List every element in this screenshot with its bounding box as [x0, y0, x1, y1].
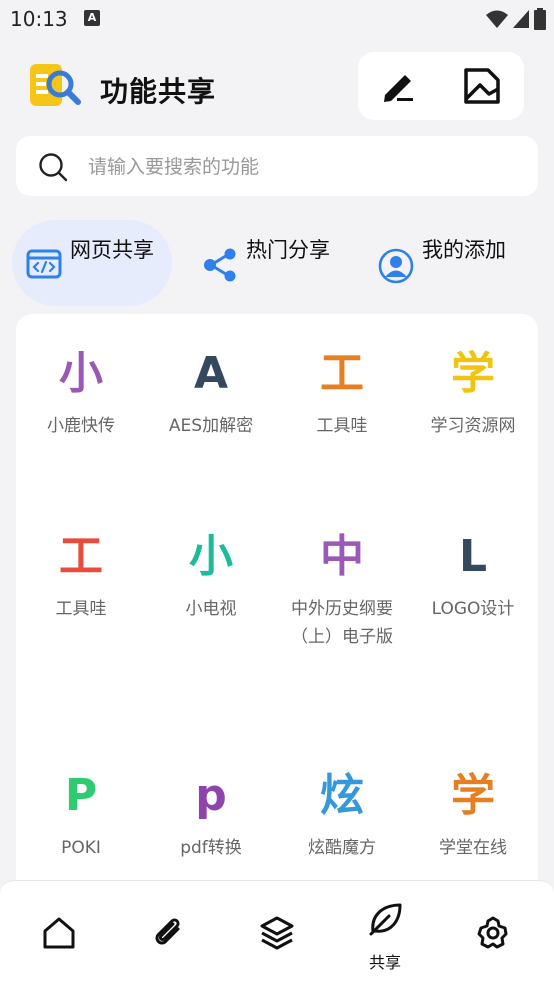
page-title: 功能共享 [100, 75, 217, 108]
signal-icon [513, 10, 529, 28]
grid-item-label: 炫酷魔方 [308, 838, 376, 858]
tab-web-share[interactable]: 网页共享 [12, 220, 172, 306]
grid-item-label: 学堂在线 [439, 838, 507, 858]
grid-item-xuetang-online[interactable]: 学 学堂在线 [408, 766, 538, 862]
grid-item-label: 小电视 [185, 599, 237, 619]
letter-icon: 炫 [320, 770, 364, 821]
letter-icon: A [193, 348, 229, 399]
web-code-icon [26, 249, 62, 279]
header: 功能共享 [0, 52, 554, 122]
attachment-icon [155, 918, 180, 945]
user-circle-icon [378, 248, 414, 284]
bottom-nav: 共享 [0, 880, 554, 987]
image-frame-icon [464, 68, 500, 104]
grid-item-label: 工具哇 [55, 599, 107, 619]
grid-item-gongjuwa-2[interactable]: 工 工具哇 [16, 527, 146, 623]
grid-item-label: AES加解密 [168, 416, 254, 436]
letter-icon: L [458, 531, 488, 582]
nav-share[interactable]: 共享 [330, 881, 440, 987]
tab-hot-share[interactable]: 热门分享 [190, 220, 350, 306]
letter-icon: 工 [59, 531, 103, 582]
category-tabs: 网页共享 热门分享 我的添加 [0, 216, 554, 308]
app-logo-icon [30, 64, 81, 106]
letter-icon: 小 [59, 348, 103, 399]
leaf-icon [369, 903, 402, 936]
grid-item-pdf-convert[interactable]: p pdf转换 [146, 766, 276, 862]
wifi-icon [486, 10, 508, 28]
letter-icon: 中 [320, 531, 364, 582]
grid-item-study-resources[interactable]: 学 学习资源网 [408, 344, 538, 440]
tab-label: 热门分享 [246, 238, 330, 262]
grid-item-aes[interactable]: A AES加解密 [146, 344, 276, 440]
tab-label: 我的添加 [422, 238, 506, 262]
edit-icon [384, 75, 413, 102]
search-icon [39, 153, 68, 182]
tab-my-additions[interactable]: 我的添加 [368, 220, 528, 306]
status-icons [486, 8, 546, 30]
grid-item-label: POKI [61, 838, 101, 858]
nav-layers[interactable] [222, 881, 332, 987]
grid-item-xiao-tv[interactable]: 小 小电视 [146, 527, 276, 623]
image-button[interactable] [460, 64, 504, 108]
letter-icon: 学 [451, 770, 495, 821]
nav-home[interactable] [4, 881, 114, 987]
notification-badge: A [84, 10, 100, 26]
nav-share-label: 共享 [368, 953, 401, 972]
letter-icon: P [64, 770, 98, 821]
grid-item-gongjuwa[interactable]: 工 工具哇 [277, 344, 407, 440]
grid-item-label: 中外历史纲要（上）电子版 [291, 599, 393, 647]
grid-item-poki[interactable]: P POKI [16, 766, 146, 862]
grid-item-label: 小鹿快传 [47, 416, 115, 436]
share-icon [204, 248, 236, 282]
grid-item-cool-cube[interactable]: 炫 炫酷魔方 [277, 766, 407, 862]
nav-attachment[interactable] [114, 881, 224, 987]
letter-icon: 小 [189, 531, 233, 582]
grid-item-label: pdf转换 [180, 838, 242, 858]
grid-item-label: 工具哇 [316, 416, 368, 436]
status-time: 10:13 [10, 7, 68, 31]
letter-icon: 工 [320, 348, 364, 399]
layers-icon [260, 916, 294, 950]
nav-settings[interactable] [438, 881, 548, 987]
feature-grid: 小 小鹿快传 A AES加解密 工 工具哇 学 学习资源网 工 工具哇 小 小电… [16, 314, 538, 894]
battery-icon [534, 8, 546, 30]
grid-item-xiaolu-kuaichuan[interactable]: 小 小鹿快传 [16, 344, 146, 440]
grid-item-label: LOGO设计 [431, 599, 515, 619]
grid-item-logo-design[interactable]: L LOGO设计 [408, 527, 538, 623]
settings-icon [477, 916, 508, 949]
grid-item-label: 学习资源网 [430, 416, 516, 436]
letter-icon: p [195, 770, 227, 821]
grid-item-history-ebook[interactable]: 中 中外历史纲要（上）电子版 [277, 527, 407, 651]
edit-button[interactable] [376, 64, 420, 108]
search-input[interactable] [86, 150, 520, 184]
letter-icon: 学 [451, 348, 495, 399]
tab-label: 网页共享 [70, 238, 154, 262]
header-actions [358, 52, 524, 120]
search-bar [16, 136, 538, 196]
status-bar: 10:13 A [0, 0, 554, 38]
home-icon [43, 917, 75, 949]
